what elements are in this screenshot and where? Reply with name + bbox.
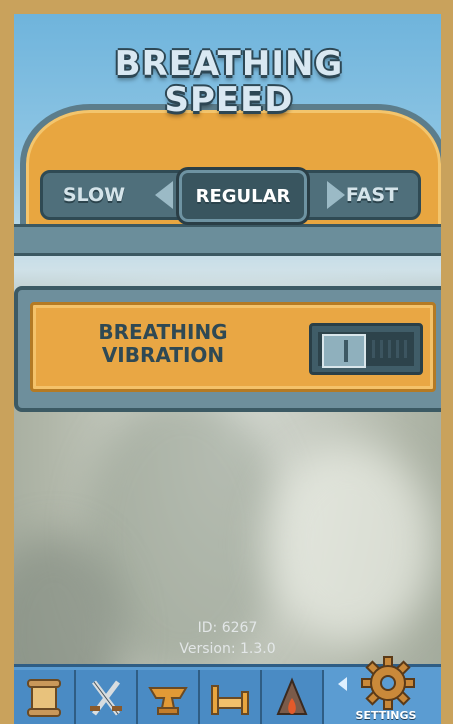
arrow-left-icon[interactable] — [155, 181, 173, 209]
speed-panel-rail — [14, 224, 441, 256]
vibration-label-line-1: BREATHING — [98, 320, 228, 344]
toggle-tick — [380, 340, 383, 358]
nav-button-forge[interactable] — [138, 670, 200, 724]
speed-selector: SLOW REGULAR FAST — [40, 167, 421, 225]
bottom-nav-bar: SETTINGS — [14, 656, 441, 724]
nav-button-camp[interactable] — [262, 670, 324, 724]
background-blur — [264, 444, 434, 644]
campfire-icon — [276, 677, 308, 715]
build-info: ID: 6267 Version: 1.3.0 — [14, 618, 441, 660]
game-frame: BREATHING SPEED SLOW REGULAR FAST BREATH… — [0, 0, 453, 724]
nav-button-quests[interactable] — [14, 670, 76, 724]
speed-option-regular[interactable]: REGULAR — [176, 167, 310, 225]
crossed-swords-icon — [90, 680, 122, 716]
settings-screen: BREATHING SPEED SLOW REGULAR FAST BREATH… — [14, 14, 441, 724]
toggle-tick — [372, 340, 375, 358]
toggle-tick — [396, 340, 399, 358]
gear-icon — [361, 656, 415, 710]
scroll-icon — [27, 679, 61, 717]
toggle-track — [318, 332, 414, 368]
breathing-vibration-panel: BREATHING VIBRATION — [14, 286, 441, 412]
title-line-2: SPEED — [164, 80, 294, 120]
anvil-icon — [148, 687, 188, 715]
vibration-label: BREATHING VIBRATION — [73, 321, 253, 367]
settings-button[interactable]: SETTINGS — [330, 655, 441, 724]
toggle-knob[interactable] — [322, 334, 366, 368]
toggle-notch — [344, 340, 348, 362]
breathing-speed-title: BREATHING SPEED — [114, 34, 344, 130]
vibration-label-line-2: VIBRATION — [101, 343, 225, 367]
nav-button-rest[interactable] — [200, 670, 262, 724]
title-line-1: BREATHING — [114, 44, 344, 84]
toggle-tick — [404, 340, 407, 358]
speed-option-slow[interactable]: SLOW — [49, 173, 139, 217]
toggle-tick — [388, 340, 391, 358]
settings-label: SETTINGS — [355, 709, 417, 722]
vibration-toggle[interactable] — [309, 323, 423, 375]
vibration-panel-inner: BREATHING VIBRATION — [30, 302, 436, 392]
speed-option-fast[interactable]: FAST — [332, 173, 412, 217]
bed-icon — [211, 685, 249, 715]
player-id: ID: 6267 — [197, 620, 258, 636]
breathing-speed-panel: BREATHING SPEED SLOW REGULAR FAST — [14, 46, 441, 264]
nav-button-battle[interactable] — [76, 670, 138, 724]
settings-arrow-icon — [338, 677, 347, 691]
